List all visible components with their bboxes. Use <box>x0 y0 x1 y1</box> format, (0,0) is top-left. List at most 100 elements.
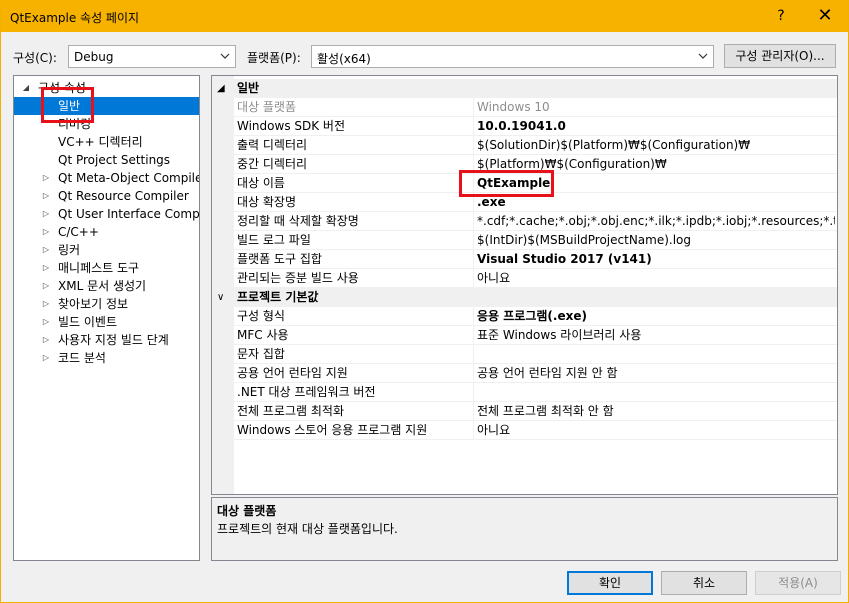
category-title: 일반 <box>237 81 260 95</box>
collapse-icon[interactable]: ◢ <box>21 79 31 97</box>
tree-item-config-properties[interactable]: ◢ 구성 속성 <box>14 79 199 97</box>
property-row[interactable]: 빌드 로그 파일 $(IntDir)$(MSBuildProjectName).… <box>234 231 837 250</box>
property-grid[interactable]: ◢ 일반 대상 플랫폼 Windows 10 Windows SDK 버전 10… <box>211 75 838 495</box>
property-value[interactable]: $(IntDir)$(MSBuildProjectName).log <box>477 231 835 249</box>
property-value[interactable]: Visual Studio 2017 (v141) <box>477 250 835 268</box>
help-button[interactable]: ? <box>771 6 791 26</box>
property-name: 대상 확장명 <box>237 195 297 209</box>
property-name: 대상 플랫폼 <box>237 100 297 114</box>
property-name: 문자 집합 <box>237 347 285 361</box>
property-value[interactable]: 전체 프로그램 최적화 안 함 <box>477 402 835 420</box>
expand-icon[interactable]: ▷ <box>41 295 51 313</box>
collapse-icon[interactable]: ◢ <box>217 79 225 98</box>
property-value[interactable]: 아니요 <box>477 421 835 439</box>
tree-item-label: Qt Project Settings <box>58 153 171 167</box>
tree-item-label: 디버깅 <box>58 117 92 131</box>
category-general[interactable]: ◢ 일반 <box>212 79 837 98</box>
platform-dropdown[interactable]: 활성(x64) <box>311 45 714 68</box>
tree-item-label: Qt Meta-Object Compiler <box>58 171 200 185</box>
expand-icon[interactable]: ▷ <box>41 349 51 367</box>
category-title: 프로젝트 기본값 <box>237 290 319 304</box>
property-value[interactable]: 응용 프로그램(.exe) <box>477 307 835 325</box>
expand-icon[interactable]: ▷ <box>41 241 51 259</box>
expand-icon[interactable]: ▷ <box>41 205 51 223</box>
tree-item-code-analysis[interactable]: ▷ 코드 분석 <box>14 349 199 367</box>
tree-item-qt-rcc[interactable]: ▷ Qt Resource Compiler <box>14 187 199 205</box>
chevron-down-icon <box>220 53 230 59</box>
ok-button[interactable]: 확인 <box>567 571 653 595</box>
property-value[interactable]: $(SolutionDir)$(Platform)₩$(Configuratio… <box>477 136 835 154</box>
property-row[interactable]: 출력 디렉터리 $(SolutionDir)$(Platform)₩$(Conf… <box>234 136 837 155</box>
tree-item-build-events[interactable]: ▷ 빌드 이벤트 <box>14 313 199 331</box>
chevron-down-icon <box>698 53 708 59</box>
property-row[interactable]: 대상 플랫폼 Windows 10 <box>234 98 837 117</box>
property-row[interactable]: Windows SDK 버전 10.0.19041.0 <box>234 117 837 136</box>
tree-item-label: Qt User Interface Compiler <box>58 207 200 221</box>
property-value[interactable]: 아니요 <box>477 269 835 287</box>
category-project-defaults[interactable]: ∨ 프로젝트 기본값 <box>212 288 837 307</box>
tree-item-debugging[interactable]: 디버깅 <box>14 115 199 133</box>
property-row[interactable]: 정리할 때 삭제할 확장명 *.cdf;*.cache;*.obj;*.obj.… <box>234 212 837 231</box>
property-value[interactable]: .exe <box>477 193 835 211</box>
apply-button[interactable]: 적용(A) <box>755 571 841 595</box>
property-name: 대상 이름 <box>237 176 285 190</box>
property-row[interactable]: 플랫폼 도구 집합 Visual Studio 2017 (v141) <box>234 250 837 269</box>
expand-icon[interactable]: ▷ <box>41 223 51 241</box>
property-row[interactable]: 공용 언어 런타임 지원 공용 언어 런타임 지원 안 함 <box>234 364 837 383</box>
cancel-button[interactable]: 취소 <box>661 571 747 595</box>
expand-icon[interactable]: ▷ <box>41 169 51 187</box>
expand-icon[interactable]: ▷ <box>41 313 51 331</box>
tree-item-qt-moc[interactable]: ▷ Qt Meta-Object Compiler <box>14 169 199 187</box>
property-name: 플랫폼 도구 집합 <box>237 252 322 266</box>
close-button[interactable]: ✕ <box>813 5 837 27</box>
property-value[interactable]: *.cdf;*.cache;*.obj;*.obj.enc;*.ilk;*.ip… <box>477 212 835 230</box>
property-row[interactable]: 구성 형식 응용 프로그램(.exe) <box>234 307 837 326</box>
property-name: 구성 형식 <box>237 309 285 323</box>
expand-icon[interactable]: ▷ <box>41 277 51 295</box>
property-row[interactable]: 중간 디렉터리 $(Platform)₩$(Configuration)₩ <box>234 155 837 174</box>
property-value[interactable]: 10.0.19041.0 <box>477 117 835 135</box>
property-row[interactable]: .NET 대상 프레임워크 버전 <box>234 383 837 402</box>
tree-item-label: 코드 분석 <box>58 351 106 365</box>
property-row[interactable]: 대상 확장명 .exe <box>234 193 837 212</box>
property-value[interactable]: 표준 Windows 라이브러리 사용 <box>477 326 835 344</box>
config-dropdown[interactable]: Debug <box>68 45 236 68</box>
tree-item-xml-doc-generator[interactable]: ▷ XML 문서 생성기 <box>14 277 199 295</box>
tree-item-label: XML 문서 생성기 <box>58 279 147 293</box>
tree-item-browse-info[interactable]: ▷ 찾아보기 정보 <box>14 295 199 313</box>
expand-icon[interactable]: ▷ <box>41 259 51 277</box>
tree-item-general[interactable]: 일반 <box>14 97 199 115</box>
property-value[interactable]: Windows 10 <box>477 98 835 116</box>
property-value[interactable]: QtExample <box>477 174 835 192</box>
property-row[interactable]: 전체 프로그램 최적화 전체 프로그램 최적화 안 함 <box>234 402 837 421</box>
tree-item-label: 매니페스트 도구 <box>58 261 140 275</box>
tree-item-custom-build-step[interactable]: ▷ 사용자 지정 빌드 단계 <box>14 331 199 349</box>
property-name: 출력 디렉터리 <box>237 138 308 152</box>
tree-item-vc-directories[interactable]: VC++ 디렉터리 <box>14 133 199 151</box>
tree-item-qt-project-settings[interactable]: Qt Project Settings <box>14 151 199 169</box>
config-manager-button[interactable]: 구성 관리자(O)... <box>724 44 836 68</box>
tree-item-label: 일반 <box>58 99 81 113</box>
property-row[interactable]: MFC 사용 표준 Windows 라이브러리 사용 <box>234 326 837 345</box>
settings-tree[interactable]: ◢ 구성 속성 일반 디버깅 VC++ 디렉터리 Qt Project Sett… <box>13 75 200 561</box>
tree-item-linker[interactable]: ▷ 링커 <box>14 241 199 259</box>
property-value[interactable]: $(Platform)₩$(Configuration)₩ <box>477 155 835 173</box>
title-bar[interactable]: QtExample 속성 페이지 ? ✕ <box>1 1 848 32</box>
tree-item-cpp[interactable]: ▷ C/C++ <box>14 223 199 241</box>
tree-item-label: Qt Resource Compiler <box>58 189 189 203</box>
tree-item-manifest-tool[interactable]: ▷ 매니페스트 도구 <box>14 259 199 277</box>
property-name: MFC 사용 <box>237 328 289 342</box>
property-value[interactable]: 공용 언어 런타임 지원 안 함 <box>477 364 835 382</box>
property-row[interactable]: 문자 집합 <box>234 345 837 364</box>
expand-icon[interactable]: ▷ <box>41 187 51 205</box>
expand-icon[interactable]: ▷ <box>41 331 51 349</box>
tree-item-label: 구성 속성 <box>38 81 86 95</box>
property-row[interactable]: 관리되는 증분 빌드 사용 아니요 <box>234 269 837 288</box>
platform-value: 활성(x64) <box>317 52 371 66</box>
tree-item-label: 사용자 지정 빌드 단계 <box>58 333 169 347</box>
collapse-icon[interactable]: ∨ <box>217 288 224 307</box>
tree-item-qt-uic[interactable]: ▷ Qt User Interface Compiler <box>14 205 199 223</box>
property-row[interactable]: Windows 스토어 응용 프로그램 지원 아니요 <box>234 421 837 440</box>
property-row-target-name[interactable]: 대상 이름 QtExample <box>234 174 837 193</box>
property-name: 전체 프로그램 최적화 <box>237 404 344 418</box>
